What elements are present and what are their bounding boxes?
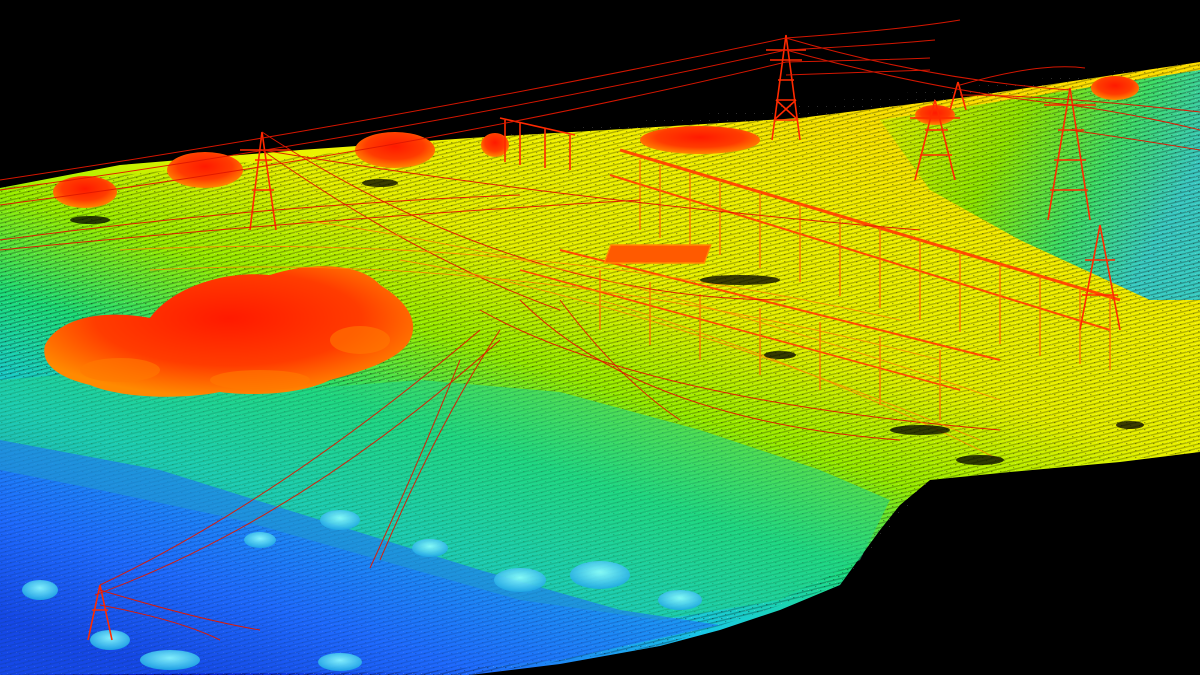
point-cloud-viewport[interactable]: [0, 0, 1200, 675]
lidar-point-cloud-scene: [0, 0, 1200, 675]
